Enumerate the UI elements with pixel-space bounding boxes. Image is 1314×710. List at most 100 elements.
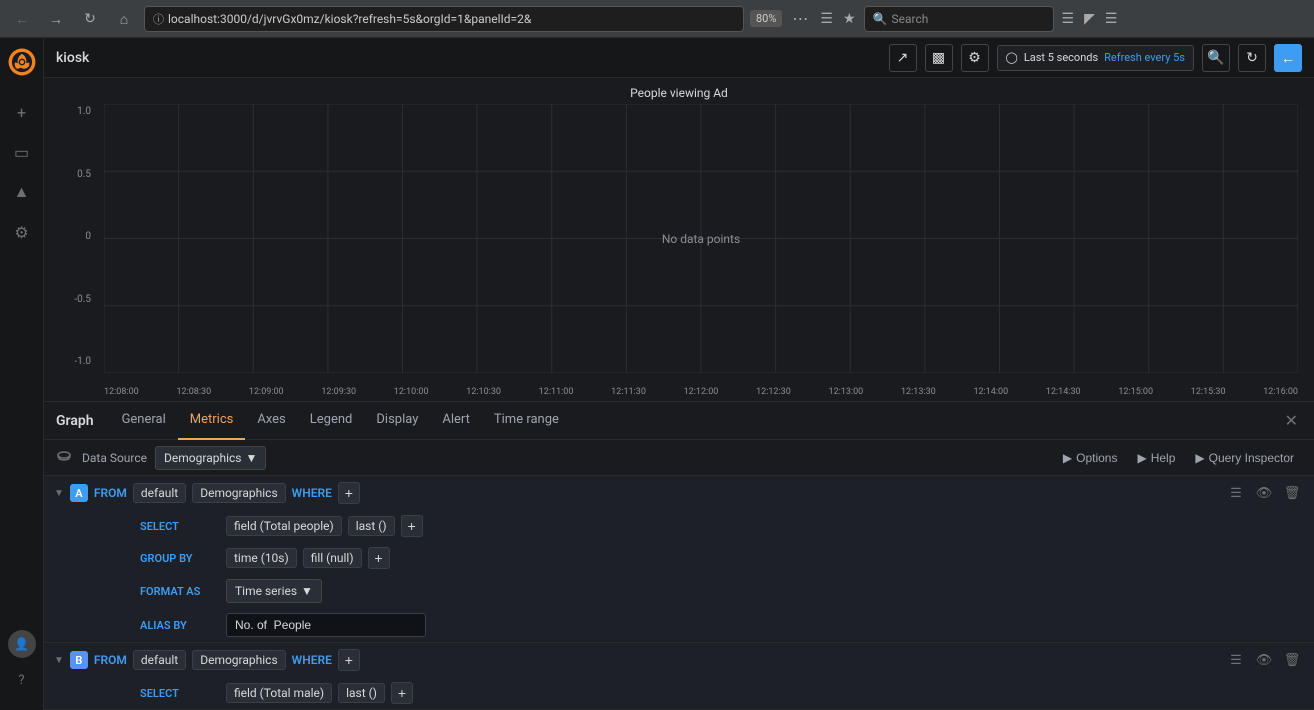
refresh-link[interactable]: Refresh every 5s: [1104, 51, 1185, 64]
share-button[interactable]: ↗: [889, 44, 917, 72]
query-a-group-label: GROUP BY: [140, 552, 220, 565]
query-a-default[interactable]: default: [133, 483, 186, 503]
query-b-collapse[interactable]: ▼: [54, 655, 64, 666]
x-label-9: 12:12:30: [756, 387, 791, 397]
sidebar-help-button[interactable]: ?: [4, 662, 40, 698]
query-b-select-field[interactable]: field (Total male): [226, 683, 332, 703]
query-a-select-field[interactable]: field (Total people): [226, 516, 342, 536]
tab-legend[interactable]: Legend: [298, 402, 365, 440]
x-label-13: 12:14:30: [1046, 387, 1081, 397]
query-a-table[interactable]: Demographics: [192, 483, 285, 503]
time-info[interactable]: ◯ Last 5 seconds Refresh every 5s: [997, 45, 1194, 71]
query-a-alias-input[interactable]: [226, 613, 426, 637]
browser-menu-icon[interactable]: ☰: [1103, 9, 1120, 29]
x-label-1: 12:08:30: [176, 387, 211, 397]
x-label-0: 12:08:00: [104, 387, 139, 397]
query-b-where-add[interactable]: +: [338, 649, 360, 671]
sidebar-add-button[interactable]: +: [4, 94, 40, 130]
grafana-logo[interactable]: [6, 46, 38, 78]
query-a-trash-btn[interactable]: 🗑: [1280, 481, 1304, 505]
tab-axes[interactable]: Axes: [245, 402, 297, 440]
x-label-14: 12:15:00: [1118, 387, 1153, 397]
datasource-dropdown[interactable]: Demographics ▼: [155, 446, 266, 470]
query-a-select-label: SELECT: [140, 520, 220, 533]
query-b-select-row: SELECT field (Total male) last () +: [44, 677, 1314, 709]
browser-search-bar[interactable]: 🔍 Search: [864, 6, 1054, 32]
zoom-level[interactable]: 80%: [750, 10, 782, 27]
query-b-from-keyword: FROM: [94, 653, 127, 667]
chevron-right-icon: ▶: [1063, 451, 1072, 465]
query-b-default[interactable]: default: [133, 650, 186, 670]
tab-metrics[interactable]: Metrics: [178, 402, 246, 440]
query-a-eye-btn[interactable]: 👁: [1252, 481, 1276, 505]
refresh-button[interactable]: ↻: [1238, 44, 1266, 72]
query-b-row-actions: ☰ 👁 🗑: [1224, 648, 1304, 672]
search-placeholder: Search: [892, 12, 929, 26]
panel-editor: Graph General Metrics Axes Legend Displa…: [44, 401, 1314, 710]
forward-button[interactable]: →: [42, 5, 70, 33]
x-label-15: 12:15:30: [1191, 387, 1226, 397]
y-label-4: -0.5: [74, 294, 91, 305]
y-axis-labels: 1.0 0.5 0 -0.5 -1.0: [44, 106, 99, 367]
sidebar-bottom: 👤 ?: [4, 630, 40, 710]
dropdown-chevron-icon: ▼: [245, 451, 257, 465]
query-a-select-fn[interactable]: last (): [348, 516, 395, 536]
sidebar-configuration-button[interactable]: ⚙: [4, 214, 40, 250]
main-content: kiosk ↗ ▩ ⚙ ◯ Last 5 seconds Refresh eve…: [44, 38, 1314, 710]
x-label-10: 12:13:00: [829, 387, 864, 397]
avatar[interactable]: 👤: [8, 630, 36, 658]
query-b-id: B: [70, 651, 88, 669]
tab-alert[interactable]: Alert: [430, 402, 482, 440]
options-button[interactable]: ▶ Options: [1053, 445, 1128, 471]
query-a-format-dropdown[interactable]: Time series ▼: [226, 579, 322, 603]
query-a-group-time[interactable]: time (10s): [226, 548, 297, 568]
query-a-from-keyword: FROM: [94, 486, 127, 500]
query-b-select-label: SELECT: [140, 687, 220, 700]
app-container: + ▭ ▲ ⚙ 👤 ? kiosk ↗ ▩ ⚙ ◯ Last 5 seconds…: [0, 38, 1314, 710]
query-b-eye-btn[interactable]: 👁: [1252, 648, 1276, 672]
no-datapoints: No data points: [662, 232, 740, 246]
query-b-list-btn[interactable]: ☰: [1224, 648, 1248, 672]
library-icon[interactable]: ☰: [1060, 9, 1077, 29]
bookmarks-icon[interactable]: ☰: [818, 9, 835, 29]
star-icon[interactable]: ★: [841, 9, 858, 29]
tv-button[interactable]: ▩: [925, 44, 953, 72]
sidebar-alerting-button[interactable]: ▲: [4, 174, 40, 210]
format-chevron-icon: ▼: [301, 584, 313, 598]
reload-button[interactable]: ↻: [76, 5, 104, 33]
tab-general[interactable]: General: [110, 402, 178, 440]
query-b-trash-btn[interactable]: 🗑: [1280, 648, 1304, 672]
query-a-groupby-row: GROUP BY time (10s) fill (null) +: [44, 542, 1314, 574]
more-options-button[interactable]: ⋯: [788, 9, 812, 28]
query-a-group-fill[interactable]: fill (null): [303, 548, 362, 568]
query-a-where-add[interactable]: +: [338, 482, 360, 504]
panel-close-button[interactable]: ✕: [1281, 411, 1302, 430]
datasource-value: Demographics: [164, 451, 241, 465]
query-a-collapse[interactable]: ▼: [54, 488, 64, 499]
query-b-select-fn[interactable]: last (): [338, 683, 385, 703]
chevron-right-icon-2: ▶: [1137, 451, 1146, 465]
sidebar-dashboards-button[interactable]: ▭: [4, 134, 40, 170]
query-b-where-keyword: WHERE: [292, 653, 332, 667]
format-value: Time series: [235, 584, 297, 598]
tab-time-range[interactable]: Time range: [482, 402, 571, 440]
url-bar[interactable]: ⓘ localhost:3000/d/jvrvGx0mz/kiosk?refre…: [144, 6, 744, 32]
query-a-format-label: FORMAT AS: [140, 585, 220, 598]
time-status: Last 5 seconds: [1024, 51, 1098, 64]
help-button[interactable]: ▶ Help: [1127, 445, 1185, 471]
query-a-select-add[interactable]: +: [401, 515, 423, 537]
search-button[interactable]: 🔍: [1202, 44, 1230, 72]
settings-button[interactable]: ⚙: [961, 44, 989, 72]
query-b-table[interactable]: Demographics: [192, 650, 285, 670]
query-a-group-add[interactable]: +: [368, 547, 390, 569]
y-label-5: -1.0: [74, 356, 91, 367]
tab-display[interactable]: Display: [364, 402, 430, 440]
query-a-list-btn[interactable]: ☰: [1224, 481, 1248, 505]
home-button[interactable]: ⌂: [110, 5, 138, 33]
query-inspector-button[interactable]: ▶ Query Inspector: [1185, 445, 1304, 471]
panel-editor-title: Graph: [56, 413, 94, 429]
back-to-dashboard-button[interactable]: ←: [1274, 44, 1302, 72]
reader-icon[interactable]: ◤: [1082, 9, 1097, 29]
back-button[interactable]: ←: [8, 5, 36, 33]
query-b-select-add[interactable]: +: [391, 682, 413, 704]
